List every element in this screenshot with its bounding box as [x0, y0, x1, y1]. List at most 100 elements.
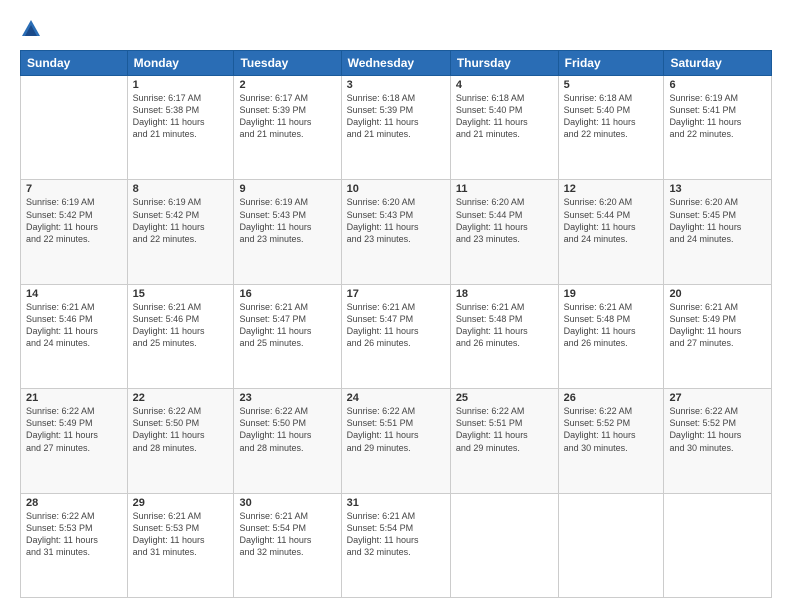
day-number: 8 — [133, 183, 229, 195]
day-cell: 18Sunrise: 6:21 AMSunset: 5:48 PMDayligh… — [450, 284, 558, 388]
day-cell: 5Sunrise: 6:18 AMSunset: 5:40 PMDaylight… — [558, 76, 664, 180]
day-number: 5 — [564, 79, 659, 91]
day-number: 16 — [239, 288, 335, 300]
day-number: 24 — [347, 392, 445, 404]
day-cell: 20Sunrise: 6:21 AMSunset: 5:49 PMDayligh… — [664, 284, 772, 388]
day-cell: 15Sunrise: 6:21 AMSunset: 5:46 PMDayligh… — [127, 284, 234, 388]
calendar-body: 1Sunrise: 6:17 AMSunset: 5:38 PMDaylight… — [21, 76, 772, 598]
day-info: Sunrise: 6:21 AMSunset: 5:47 PMDaylight:… — [239, 301, 335, 350]
day-cell: 25Sunrise: 6:22 AMSunset: 5:51 PMDayligh… — [450, 389, 558, 493]
logo — [20, 18, 45, 40]
page: SundayMondayTuesdayWednesdayThursdayFrid… — [0, 0, 792, 612]
day-number: 14 — [26, 288, 122, 300]
header-day-sunday: Sunday — [21, 51, 128, 76]
day-info: Sunrise: 6:19 AMSunset: 5:41 PMDaylight:… — [669, 92, 766, 141]
day-info: Sunrise: 6:22 AMSunset: 5:49 PMDaylight:… — [26, 405, 122, 454]
day-cell: 4Sunrise: 6:18 AMSunset: 5:40 PMDaylight… — [450, 76, 558, 180]
day-info: Sunrise: 6:18 AMSunset: 5:40 PMDaylight:… — [564, 92, 659, 141]
day-cell: 30Sunrise: 6:21 AMSunset: 5:54 PMDayligh… — [234, 493, 341, 597]
header-day-friday: Friday — [558, 51, 664, 76]
day-cell: 7Sunrise: 6:19 AMSunset: 5:42 PMDaylight… — [21, 180, 128, 284]
day-info: Sunrise: 6:22 AMSunset: 5:53 PMDaylight:… — [26, 510, 122, 559]
calendar-header: SundayMondayTuesdayWednesdayThursdayFrid… — [21, 51, 772, 76]
week-row-0: 1Sunrise: 6:17 AMSunset: 5:38 PMDaylight… — [21, 76, 772, 180]
day-cell: 27Sunrise: 6:22 AMSunset: 5:52 PMDayligh… — [664, 389, 772, 493]
day-info: Sunrise: 6:21 AMSunset: 5:49 PMDaylight:… — [669, 301, 766, 350]
day-cell: 23Sunrise: 6:22 AMSunset: 5:50 PMDayligh… — [234, 389, 341, 493]
day-number: 9 — [239, 183, 335, 195]
header-day-monday: Monday — [127, 51, 234, 76]
day-info: Sunrise: 6:19 AMSunset: 5:42 PMDaylight:… — [26, 196, 122, 245]
day-number: 28 — [26, 497, 122, 509]
day-number: 15 — [133, 288, 229, 300]
day-info: Sunrise: 6:20 AMSunset: 5:43 PMDaylight:… — [347, 196, 445, 245]
day-number: 13 — [669, 183, 766, 195]
day-info: Sunrise: 6:21 AMSunset: 5:48 PMDaylight:… — [456, 301, 553, 350]
day-info: Sunrise: 6:18 AMSunset: 5:40 PMDaylight:… — [456, 92, 553, 141]
day-cell — [21, 76, 128, 180]
day-cell: 1Sunrise: 6:17 AMSunset: 5:38 PMDaylight… — [127, 76, 234, 180]
day-number: 2 — [239, 79, 335, 91]
day-cell: 10Sunrise: 6:20 AMSunset: 5:43 PMDayligh… — [341, 180, 450, 284]
day-number: 12 — [564, 183, 659, 195]
day-number: 31 — [347, 497, 445, 509]
day-info: Sunrise: 6:21 AMSunset: 5:46 PMDaylight:… — [133, 301, 229, 350]
day-number: 22 — [133, 392, 229, 404]
day-cell — [664, 493, 772, 597]
day-cell: 2Sunrise: 6:17 AMSunset: 5:39 PMDaylight… — [234, 76, 341, 180]
day-info: Sunrise: 6:22 AMSunset: 5:51 PMDaylight:… — [347, 405, 445, 454]
day-cell: 31Sunrise: 6:21 AMSunset: 5:54 PMDayligh… — [341, 493, 450, 597]
day-info: Sunrise: 6:21 AMSunset: 5:54 PMDaylight:… — [239, 510, 335, 559]
day-cell: 24Sunrise: 6:22 AMSunset: 5:51 PMDayligh… — [341, 389, 450, 493]
day-info: Sunrise: 6:19 AMSunset: 5:42 PMDaylight:… — [133, 196, 229, 245]
day-info: Sunrise: 6:17 AMSunset: 5:38 PMDaylight:… — [133, 92, 229, 141]
day-info: Sunrise: 6:22 AMSunset: 5:52 PMDaylight:… — [564, 405, 659, 454]
week-row-2: 14 Sunrise: 6:21 AMSunset: 5:46 PMDayligh… — [21, 284, 772, 388]
header-day-tuesday: Tuesday — [234, 51, 341, 76]
calendar-table: SundayMondayTuesdayWednesdayThursdayFrid… — [20, 50, 772, 598]
day-number: 26 — [564, 392, 659, 404]
day-info: Sunrise: 6:21 AMSunset: 5:53 PMDaylight:… — [133, 510, 229, 559]
day-cell — [558, 493, 664, 597]
day-number: 4 — [456, 79, 553, 91]
day-info: Sunrise: 6:20 AMSunset: 5:45 PMDaylight:… — [669, 196, 766, 245]
day-number: 29 — [133, 497, 229, 509]
day-info: Sunrise: 6:19 AMSunset: 5:43 PMDaylight:… — [239, 196, 335, 245]
day-number: 17 — [347, 288, 445, 300]
day-number: 20 — [669, 288, 766, 300]
day-number: 6 — [669, 79, 766, 91]
week-row-4: 28Sunrise: 6:22 AMSunset: 5:53 PMDayligh… — [21, 493, 772, 597]
day-cell: 8Sunrise: 6:19 AMSunset: 5:42 PMDaylight… — [127, 180, 234, 284]
week-row-1: 7Sunrise: 6:19 AMSunset: 5:42 PMDaylight… — [21, 180, 772, 284]
day-info: Sunrise: 6:18 AMSunset: 5:39 PMDaylight:… — [347, 92, 445, 141]
day-number: 3 — [347, 79, 445, 91]
day-number: 27 — [669, 392, 766, 404]
day-cell: 14Sunrise: 6:21 AMSunset: 5:46 PMDayligh… — [21, 284, 128, 388]
header-row: SundayMondayTuesdayWednesdayThursdayFrid… — [21, 51, 772, 76]
day-info: Sunrise: 6:20 AMSunset: 5:44 PMDaylight:… — [456, 196, 553, 245]
day-cell: 13Sunrise: 6:20 AMSunset: 5:45 PMDayligh… — [664, 180, 772, 284]
day-info: Sunrise: 6:22 AMSunset: 5:51 PMDaylight:… — [456, 405, 553, 454]
day-info: Sunrise: 6:22 AMSunset: 5:50 PMDaylight:… — [239, 405, 335, 454]
day-number: 18 — [456, 288, 553, 300]
header-day-saturday: Saturday — [664, 51, 772, 76]
day-number: 30 — [239, 497, 335, 509]
day-cell: 17Sunrise: 6:21 AMSunset: 5:47 PMDayligh… — [341, 284, 450, 388]
day-cell: 22Sunrise: 6:22 AMSunset: 5:50 PMDayligh… — [127, 389, 234, 493]
day-cell: 3Sunrise: 6:18 AMSunset: 5:39 PMDaylight… — [341, 76, 450, 180]
day-number: 19 — [564, 288, 659, 300]
day-cell: 6Sunrise: 6:19 AMSunset: 5:41 PMDaylight… — [664, 76, 772, 180]
week-row-3: 21Sunrise: 6:22 AMSunset: 5:49 PMDayligh… — [21, 389, 772, 493]
day-info: Sunrise: 6:22 AMSunset: 5:50 PMDaylight:… — [133, 405, 229, 454]
day-cell: 26Sunrise: 6:22 AMSunset: 5:52 PMDayligh… — [558, 389, 664, 493]
day-number: 21 — [26, 392, 122, 404]
day-cell: 21Sunrise: 6:22 AMSunset: 5:49 PMDayligh… — [21, 389, 128, 493]
day-info: Sunrise: 6:20 AMSunset: 5:44 PMDaylight:… — [564, 196, 659, 245]
day-number: 23 — [239, 392, 335, 404]
day-number: 25 — [456, 392, 553, 404]
day-cell: 28Sunrise: 6:22 AMSunset: 5:53 PMDayligh… — [21, 493, 128, 597]
day-cell: 11Sunrise: 6:20 AMSunset: 5:44 PMDayligh… — [450, 180, 558, 284]
header-day-wednesday: Wednesday — [341, 51, 450, 76]
day-info: Sunrise: 6:22 AMSunset: 5:52 PMDaylight:… — [669, 405, 766, 454]
day-cell: 19Sunrise: 6:21 AMSunset: 5:48 PMDayligh… — [558, 284, 664, 388]
